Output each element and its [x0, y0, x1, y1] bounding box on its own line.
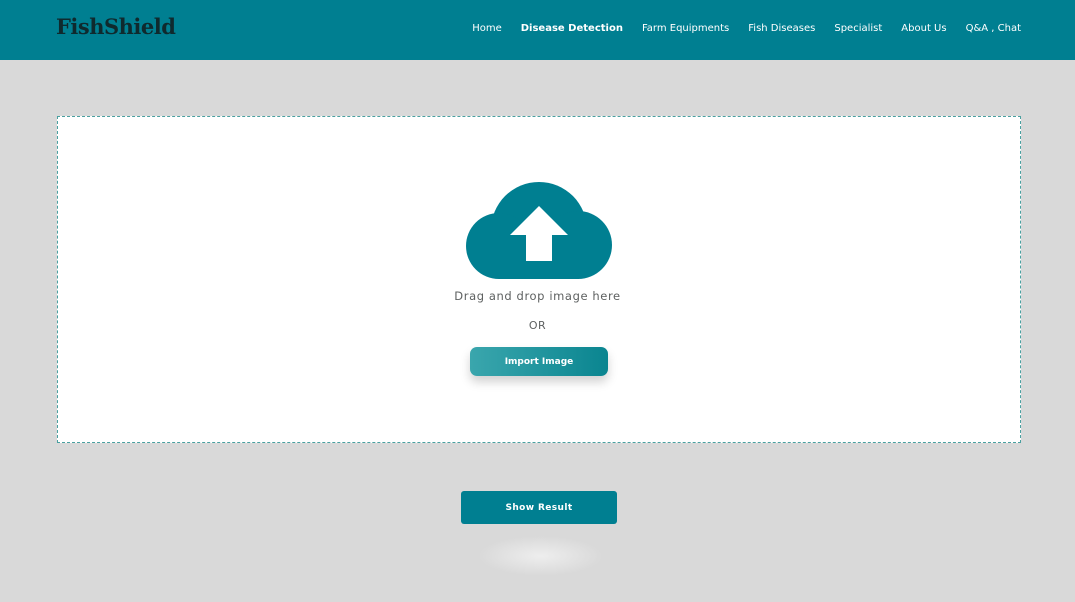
drop-instruction: Drag and drop image here: [454, 289, 621, 303]
main-nav: Home Disease Detection Farm Equipments F…: [472, 0, 1021, 56]
or-divider: OR: [528, 319, 547, 332]
show-result-button[interactable]: Show Result: [461, 491, 617, 524]
nav-link-specialist[interactable]: Specialist: [834, 23, 882, 34]
top-navbar: FishShield Home Disease Detection Farm E…: [0, 0, 1075, 60]
cloud-upload-icon: [466, 182, 612, 279]
brand-logo[interactable]: FishShield: [56, 14, 176, 39]
import-image-button[interactable]: Import Image: [470, 347, 608, 376]
nav-link-farm-equipments[interactable]: Farm Equipments: [642, 23, 729, 34]
nav-link-disease-detection[interactable]: Disease Detection: [521, 23, 623, 34]
nav-link-about-us[interactable]: About Us: [901, 23, 946, 34]
nav-link-qa-chat[interactable]: Q&A , Chat: [966, 23, 1021, 34]
nav-link-home[interactable]: Home: [472, 23, 502, 34]
decorative-background-shape: [478, 536, 603, 576]
nav-link-fish-diseases[interactable]: Fish Diseases: [748, 23, 815, 34]
